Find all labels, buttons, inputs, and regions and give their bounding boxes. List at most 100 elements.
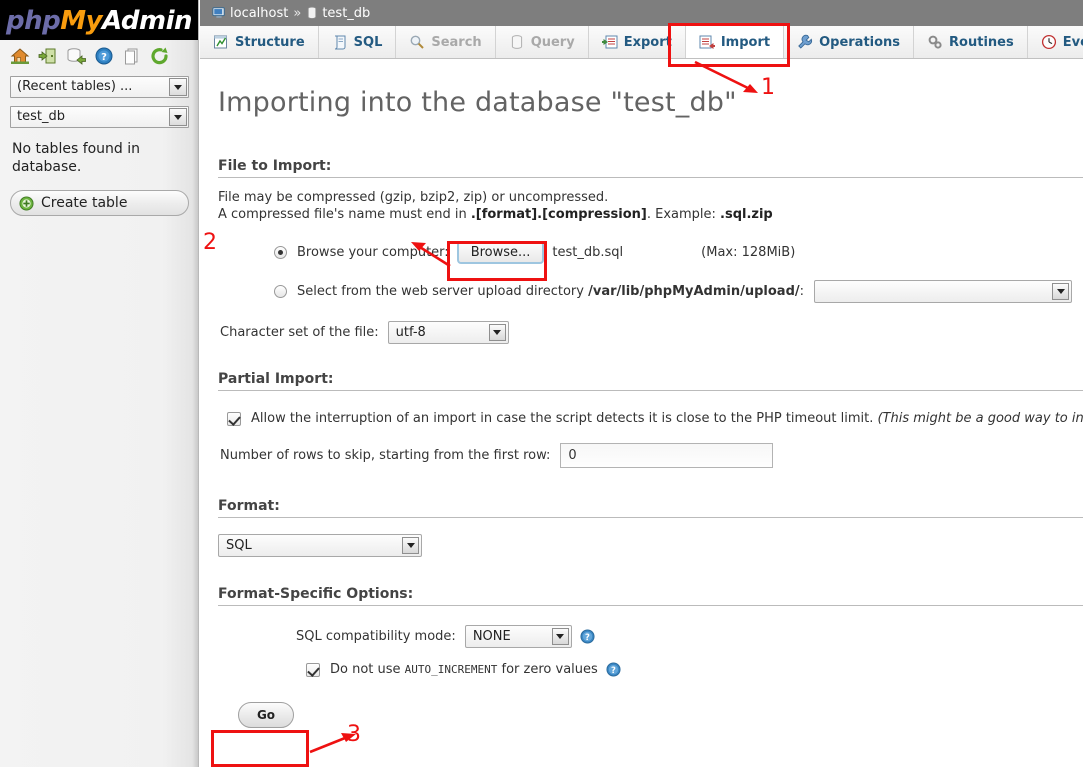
server-upload-label: Select from the web server upload direct… [297,284,804,299]
server-upload-row: Select from the web server upload direct… [274,280,1083,303]
create-table-button[interactable]: Create table [10,190,189,216]
server-upload-select[interactable] [814,280,1073,303]
auto-increment-label: Do not use AUTO_INCREMENT for zero value… [330,662,598,677]
upload-label-post: : [799,284,805,299]
desc-mid: . Example: [646,207,721,222]
sidebar-selects: (Recent tables) ... test_db [0,72,198,128]
chevron-down-icon[interactable] [551,628,569,645]
upload-dir-path: /var/lib/phpMyAdmin/upload/ [588,284,800,299]
tab-label: Operations [819,34,901,50]
tab-structure[interactable]: Structure [200,26,319,58]
structure-icon [213,34,229,50]
rows-skip-input[interactable]: 0 [560,443,774,468]
section-partial-import: Partial Import: [218,371,1083,391]
phpmyadmin-page: phpMyAdmin ? (Recent tables) ... test_db… [0,0,1083,767]
selected-file-name: test_db.sql [552,245,624,260]
breadcrumb: localhost » test_db [200,0,1083,26]
breadcrumb-server[interactable]: localhost [230,6,288,21]
browse-button[interactable]: Browse... [456,241,545,264]
search-icon [409,34,425,50]
tab-label: Export [623,34,672,50]
tab-routines[interactable]: Routines [914,26,1028,58]
tab-sql[interactable]: SQL [318,26,397,58]
autoinc-post: for zero values [497,662,598,677]
import-icon [699,34,715,50]
chevron-down-icon[interactable] [1052,283,1070,300]
phpmyadmin-logo[interactable]: phpMyAdmin [0,0,198,40]
server-icon [212,6,226,20]
charset-row: Character set of the file: utf-8 [220,321,1083,344]
browse-computer-radio[interactable] [274,246,287,259]
desc-line-1: File may be compressed (gzip, bzip2, zip… [218,190,609,205]
desc-pre: A compressed file's name must end in [218,207,471,222]
help-icon[interactable]: ? [580,629,595,644]
recent-tables-select[interactable]: (Recent tables) ... [10,76,189,98]
server-upload-radio[interactable] [274,285,287,298]
tab-query: Query [495,26,589,58]
export-icon [601,34,618,50]
database-icon [306,6,318,20]
section-file-to-import: File to Import: [218,158,1083,178]
desc-line-2: A compressed file's name must end in .[f… [218,206,1083,223]
tab-label: Import [720,34,771,50]
autoinc-mono: AUTO_INCREMENT [404,663,498,676]
sql-compat-select[interactable]: NONE [464,625,572,648]
docs-copy-icon[interactable] [122,46,142,66]
sidebar: phpMyAdmin ? (Recent tables) ... test_db… [0,0,199,767]
logo-php: php [5,6,61,36]
database-select-value: test_db [17,109,65,124]
recent-tables-value: (Recent tables) ... [17,79,133,94]
chevron-down-icon[interactable] [169,108,187,126]
tab-import[interactable]: Import [685,26,785,58]
page-title: Importing into the database "test_db" [218,87,737,118]
annotation-number-2: 2 [203,230,217,255]
tab-events[interactable]: Events [1027,26,1083,58]
home-icon[interactable] [10,46,30,66]
allow-interrupt-label: Allow the interruption of an import in c… [251,411,1083,426]
sql-export-icon[interactable] [66,46,86,66]
desc-example-bold: .sql.zip [720,207,773,222]
charset-select[interactable]: utf-8 [387,321,509,344]
help-icon[interactable]: ? [606,662,621,677]
go-button[interactable]: Go [238,702,294,728]
rows-skip-row: Number of rows to skip, starting from th… [220,443,1083,468]
format-row: SQL [218,534,1083,557]
clock-icon [1041,34,1057,50]
reload-icon[interactable] [150,46,170,66]
sql-compat-label: SQL compatibility mode: [296,629,456,644]
chevron-down-icon[interactable] [169,78,187,96]
plus-circle-icon [19,195,34,211]
charset-select-value: utf-8 [395,325,426,340]
auto-increment-checkbox[interactable] [306,662,320,677]
gears-icon [927,34,943,50]
browse-computer-row: Browse your computer: Browse... test_db.… [274,241,1083,264]
breadcrumb-database[interactable]: test_db [322,6,370,21]
upload-label-pre: Select from the web server upload direct… [297,284,589,299]
documentation-icon[interactable]: ? [94,46,114,66]
no-tables-message: No tables found in database. [12,141,141,175]
svg-text:?: ? [101,52,107,63]
tab-label: Query [530,34,575,50]
logo-my: My [60,6,103,36]
annotation-number-3: 3 [347,722,361,747]
chevron-down-icon[interactable] [402,537,419,554]
query-icon [509,34,525,50]
logout-icon[interactable] [38,46,58,66]
chevron-down-icon[interactable] [488,324,506,341]
allow-interrupt-checkbox[interactable] [227,411,241,426]
sql-icon [332,34,348,50]
breadcrumb-separator: » [293,5,302,21]
sidebar-nav-icons: ? [0,40,198,72]
allow-interrupt-text: Allow the interruption of an import in c… [251,411,874,426]
format-select[interactable]: SQL [218,534,422,557]
database-select[interactable]: test_db [10,106,189,128]
tab-operations[interactable]: Operations [784,26,915,58]
sql-compat-row: SQL compatibility mode: NONE ? [296,625,1083,648]
max-file-size: (Max: 128MiB) [701,245,796,260]
section-format-specific-options: Format-Specific Options: [218,586,1083,606]
browse-computer-label: Browse your computer: [297,245,449,260]
tab-label: SQL [353,34,383,50]
tab-export[interactable]: Export [588,26,686,58]
tab-bar: Structure SQL Search Query Export Import… [200,26,1083,59]
create-table-label: Create table [41,195,128,211]
